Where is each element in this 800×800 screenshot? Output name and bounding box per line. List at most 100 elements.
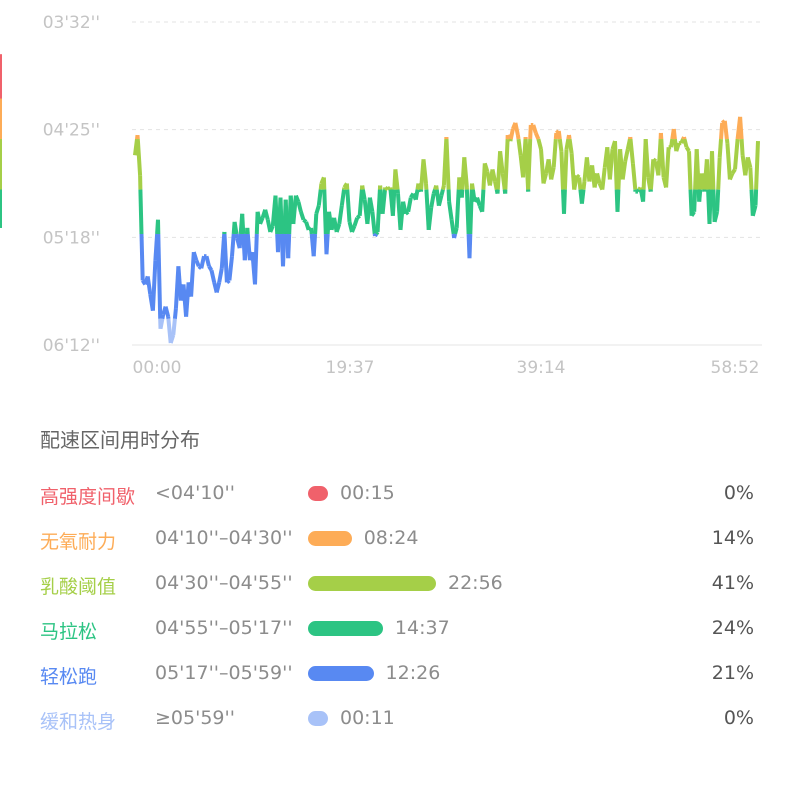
pace-line-segment — [191, 251, 199, 261]
pace-line-segment — [373, 232, 378, 238]
pace-line-segment — [273, 195, 280, 235]
pace-line-segment — [503, 139, 510, 190]
zone-range: <04'10'' — [155, 482, 235, 504]
pace-line-segment — [704, 159, 711, 190]
pace-line-segment — [728, 172, 735, 181]
zone-name: 马拉松 — [40, 621, 98, 643]
pace-line-segment — [557, 138, 564, 152]
pace-line-segment — [643, 138, 651, 178]
pace-line-segment — [562, 189, 567, 214]
pace-line-segment — [536, 138, 543, 150]
x-tick-label: 39:14 — [517, 358, 566, 378]
zone-bar — [308, 576, 436, 591]
pace-line-segment — [697, 189, 703, 202]
pace-line-segment — [551, 138, 558, 168]
zone-bar — [308, 666, 374, 681]
zone-time: 12:26 — [385, 662, 441, 684]
zone-bar — [308, 711, 328, 726]
zone-name: 高强度间歇 — [40, 486, 136, 508]
pace-line-segment — [232, 221, 239, 235]
pace-line-segment — [429, 193, 436, 209]
zone-bar — [308, 621, 383, 636]
pace-line-segment — [138, 189, 144, 235]
pace-line-segment — [360, 185, 365, 190]
zone-name: 轻松跑 — [40, 666, 98, 688]
pace-line-segment — [374, 230, 380, 236]
pace-line-segment — [468, 189, 474, 235]
pace-line-segment — [459, 189, 465, 198]
pace-line-segment — [318, 183, 324, 190]
pace-line-segment — [722, 120, 729, 140]
pace-line-segment — [613, 141, 619, 190]
pace-line-segment — [717, 138, 723, 158]
zone-time: 22:56 — [448, 572, 503, 594]
pace-line-segment — [674, 142, 681, 152]
pace-line-segment — [135, 138, 143, 176]
pace-line-segment — [724, 138, 730, 144]
pace-line-segment — [322, 189, 328, 235]
pace-line-segment — [595, 172, 602, 184]
zone-range: 04'30''–04'55'' — [155, 572, 293, 594]
pace-line-segment — [337, 205, 344, 225]
pace-line-segment — [452, 233, 458, 239]
pace-line-segment — [253, 233, 259, 285]
pace-line-segment — [753, 189, 759, 206]
zone-range: 04'10''–04'30'' — [155, 527, 293, 549]
pace-line-segment — [641, 189, 646, 202]
pace-line-segment — [222, 233, 229, 283]
pace-line-segment — [528, 124, 533, 140]
pace-line-segment — [355, 214, 361, 220]
pace-line-segment — [413, 189, 420, 201]
pace-line-segment — [710, 151, 716, 190]
pace-line-segment — [490, 168, 497, 182]
zone-range: 05'17''–05'59'' — [155, 662, 293, 684]
pace-line-segment — [716, 157, 722, 190]
pace-line-segment — [214, 281, 222, 293]
zone-time: 00:11 — [340, 707, 395, 729]
pace-line-segment — [324, 233, 330, 255]
pace-line-segment — [688, 189, 694, 216]
pace-line-segment — [204, 255, 211, 267]
zone-percent: 0% — [723, 482, 754, 504]
pace-line-segment — [533, 132, 541, 140]
pace-line-segment — [739, 138, 745, 156]
pace-line-segment — [234, 233, 240, 239]
zone-range: 04'55''–05'17'' — [155, 617, 293, 639]
pace-line-segment — [370, 211, 377, 235]
pace-line-segment — [754, 141, 760, 190]
pace-line-segment — [467, 233, 473, 259]
zone-section-title: 配速区间用时分布 — [40, 428, 200, 452]
pace-line-segment — [194, 259, 201, 268]
zone-row: 乳酸阈值 04'30''–04'55'' 22:56 41% — [40, 560, 760, 605]
pace-line-segment — [453, 227, 459, 235]
pace-line-segment — [515, 134, 521, 140]
pace-line-segment — [380, 189, 387, 214]
pace-line-segment — [237, 233, 243, 249]
pace-line-segment — [659, 138, 666, 178]
pace-line-segment — [567, 138, 574, 154]
pace-line-segment — [313, 213, 319, 235]
pace-line-segment — [577, 177, 583, 190]
zone-time: 00:15 — [340, 482, 395, 504]
pace-line-segment — [314, 205, 321, 215]
pace-line-segment — [669, 138, 675, 148]
pace-line-segment — [278, 197, 284, 235]
pace-line-segment — [682, 138, 689, 148]
pace-line-segment — [671, 128, 677, 140]
zone-percent: 21% — [711, 662, 754, 684]
zone-time: 08:24 — [363, 527, 419, 549]
y-tick-label: 03'32'' — [43, 13, 100, 33]
pace-line-segment — [334, 223, 342, 233]
pace-line-segment — [360, 189, 367, 201]
pace-line-segment — [733, 138, 740, 170]
pace-line-segment — [684, 146, 691, 153]
pace-line-segment — [719, 122, 725, 140]
pace-line-segment — [258, 217, 265, 225]
zone-row: 无氧耐力 04'10''–04'30'' 08:24 14% — [40, 515, 760, 560]
pace-line-segment — [390, 189, 397, 216]
pace-line-segment — [345, 189, 352, 223]
pace-line-segment — [562, 149, 569, 190]
pace-line-segment — [745, 156, 753, 168]
x-tick-label: 58:52 — [711, 358, 760, 378]
pace-line-segment — [725, 142, 732, 180]
